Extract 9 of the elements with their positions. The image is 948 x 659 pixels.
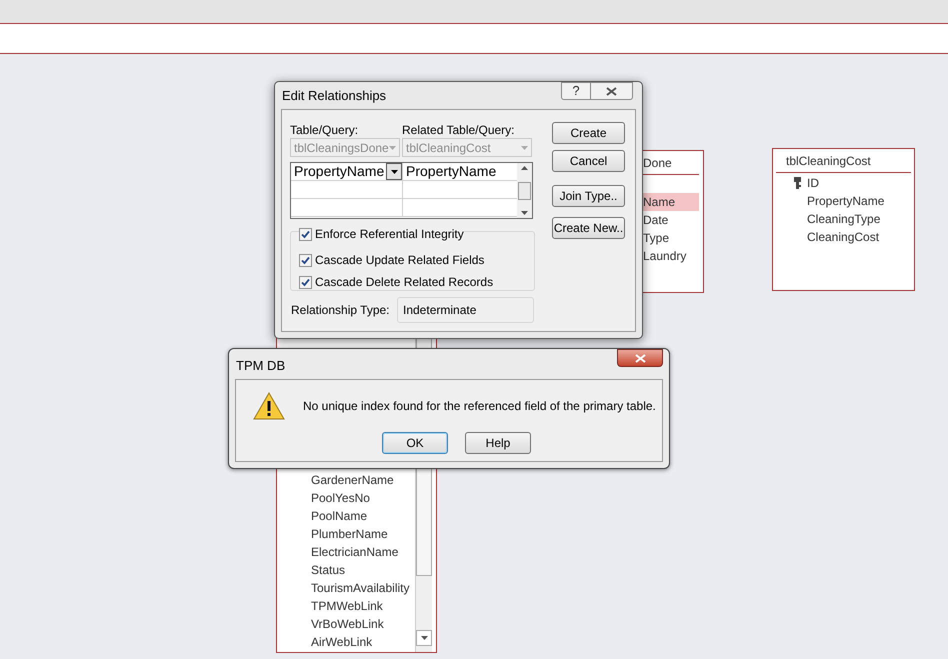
message-text: No unique index found for the referenced field of the primary table. [303,398,656,415]
dialog-title: Edit Relationships [282,86,386,105]
field-label: Table/Query: [290,122,360,137]
table-title: Done [643,156,672,170]
message-box-title: TPM DB [236,357,286,375]
relationship-type-label: Relationship Type: [290,302,391,319]
table-title: tblCleaningCost [786,154,871,168]
field-label: Related Table/Query: [402,122,515,137]
relationship-type-value: Indeterminate [397,297,534,323]
